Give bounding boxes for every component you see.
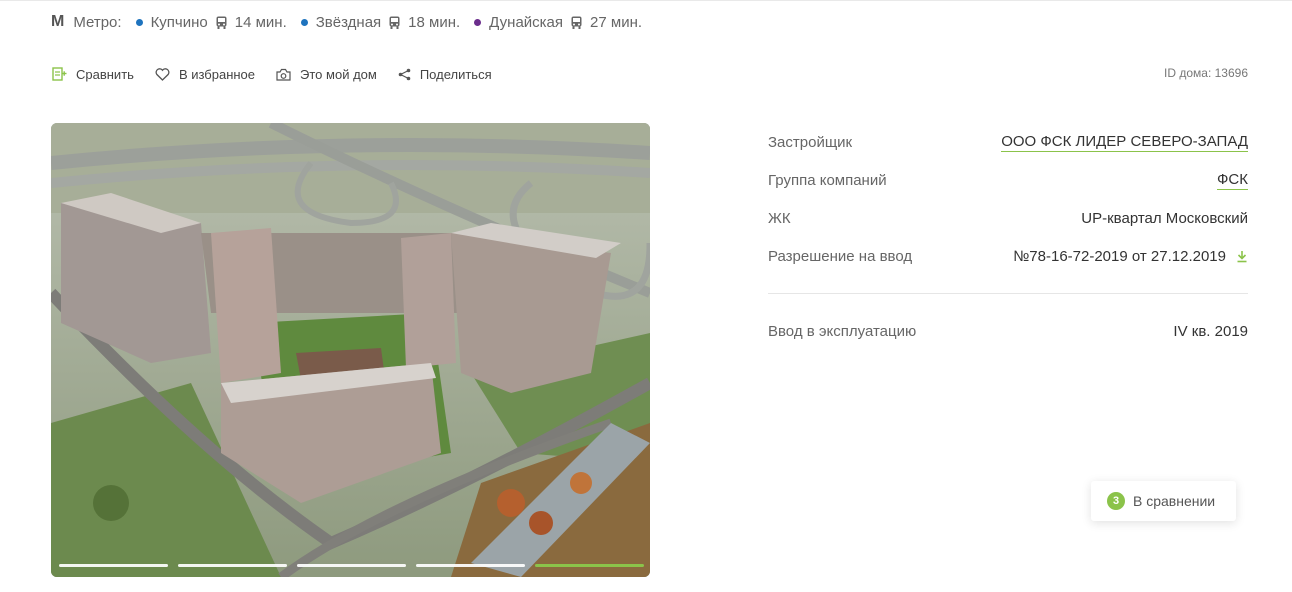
info-row-complex: ЖК UP-квартал Московский [768,199,1248,237]
house-id: ID дома: 13696 [1164,66,1248,80]
permit-link[interactable]: №78-16-72-2019 от 27.12.2019 [1013,248,1248,265]
favorite-button[interactable]: В избранное [155,67,255,82]
commission-value: IV кв. 2019 [1173,322,1248,340]
info-row-developer: Застройщик ООО ФСК ЛИДЕР СЕВЕРО-ЗАПАД [768,123,1248,161]
download-icon[interactable] [1236,250,1248,263]
share-label: Поделиться [419,66,492,82]
info-label: Застройщик [768,133,853,151]
metro-line-dot-icon [135,18,143,26]
info-row-permit: Разрешение на ввод №78-16-72-2019 от 27.… [768,237,1248,275]
slide-indicator-active[interactable] [535,564,644,567]
camera-icon [276,68,291,81]
my-home-label: Это мой дом [300,66,377,82]
my-home-button[interactable]: Это мой дом [276,67,377,82]
info-label: Разрешение на ввод [768,247,913,265]
complex-value: UP-квартал Московский [1081,209,1248,227]
share-icon [398,68,411,80]
slide-indicators [59,564,644,567]
slide-indicator[interactable] [416,564,525,567]
slide-indicator[interactable] [59,564,168,567]
compare-icon [52,67,67,81]
compare-button[interactable]: Сравнить [52,67,134,82]
compare-label: Сравнить [76,66,134,82]
slide-indicator[interactable] [178,564,287,567]
station-time: 14 мин. [234,13,287,31]
share-button[interactable]: Поделиться [398,67,492,82]
compare-badge-label: В сравнении [1133,493,1216,509]
photo-gallery[interactable] [51,123,650,577]
house-info: Застройщик ООО ФСК ЛИДЕР СЕВЕРО-ЗАПАД Гр… [768,123,1248,350]
info-divider [768,293,1248,294]
group-link[interactable]: ФСК [1217,171,1248,190]
metro-line-dot-icon [300,18,308,26]
developer-link[interactable]: ООО ФСК ЛИДЕР СЕВЕРО-ЗАПАД [1001,133,1248,152]
info-label: ЖК [768,209,791,227]
bus-icon [389,16,400,29]
metro-info: M Метро: Купчино 14 мин. Звёздная 18 мин… [51,11,656,33]
info-label: Ввод в эксплуатацию [768,322,917,340]
bus-icon [216,16,227,29]
slide-indicator[interactable] [297,564,406,567]
metro-station: Купчино 14 мин. [135,13,287,31]
station-time: 27 мин. [590,13,643,31]
station-name: Купчино [150,13,208,31]
metro-label: Метро: [73,13,122,31]
top-divider [0,0,1292,1]
info-label: Группа компаний [768,171,887,189]
building-aerial-photo [51,123,650,577]
metro-line-dot-icon [474,18,482,26]
action-bar: Сравнить В избранное Это мой дом Поделит… [52,64,513,84]
info-row-group: Группа компаний ФСК [768,161,1248,199]
permit-value: №78-16-72-2019 от 27.12.2019 [1013,247,1226,265]
compare-count-badge: 3 [1107,492,1125,510]
metro-station: Дунайская 27 мин. [474,14,642,31]
metro-station: Звёздная 18 мин. [300,13,461,31]
metro-logo-icon: M [51,13,64,30]
heart-icon [155,67,170,81]
info-row-commission: Ввод в эксплуатацию IV кв. 2019 [768,312,1248,350]
compare-badge[interactable]: 3 В сравнении [1091,481,1236,521]
station-time: 18 мин. [408,13,461,31]
station-name: Звёздная [315,13,382,31]
bus-icon [571,16,582,29]
favorite-label: В избранное [178,66,256,82]
station-name: Дунайская [489,13,564,31]
